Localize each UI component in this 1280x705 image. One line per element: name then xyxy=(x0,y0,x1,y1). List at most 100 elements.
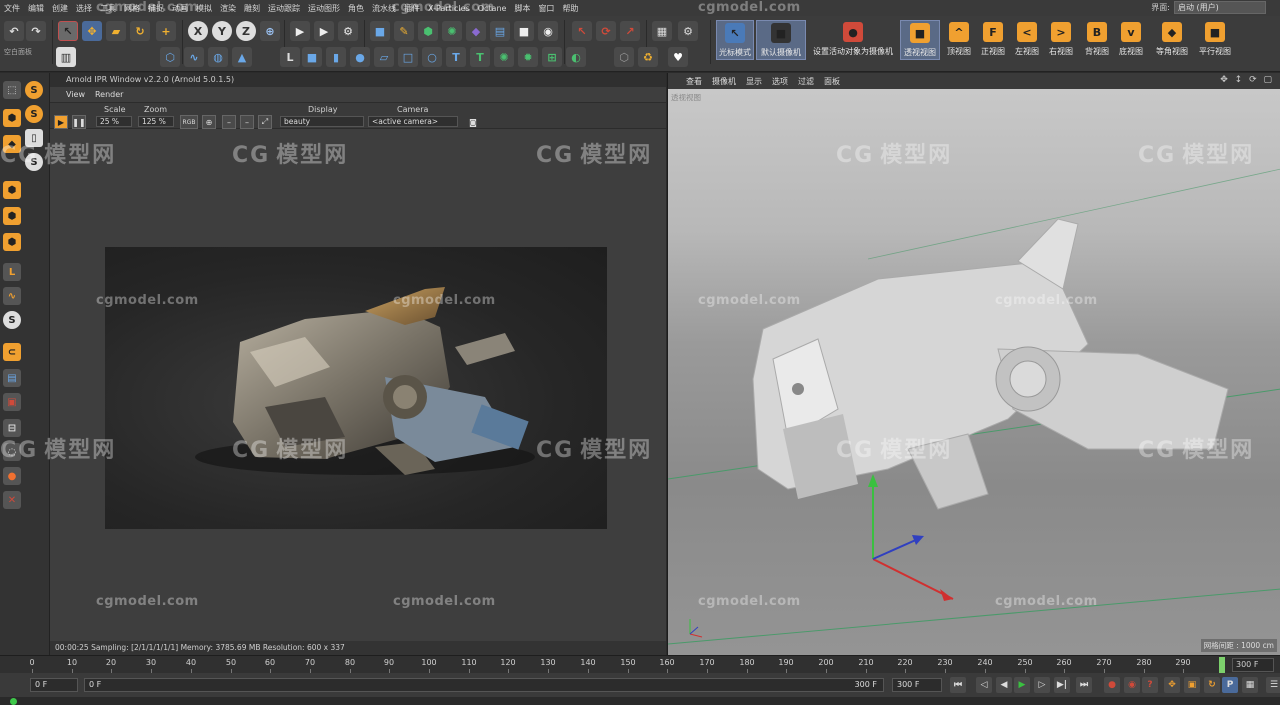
plane-icon[interactable]: ▱ xyxy=(374,47,394,67)
edges-mode-icon[interactable]: ▲ xyxy=(232,47,252,67)
layout-dropdown[interactable]: 启动 (用户) xyxy=(1174,1,1266,14)
workplane-snap-icon[interactable]: ▯ xyxy=(25,129,43,147)
render-picture-queue-icon[interactable]: ▶ xyxy=(314,21,334,41)
select-arrow-icon[interactable]: ↖ xyxy=(58,21,78,41)
viewport-scene[interactable]: 透视视图 网格间距 : 1000 cm xyxy=(668,89,1280,655)
menu-item-16[interactable]: X-Particles xyxy=(424,4,474,13)
rotate-key-icon[interactable]: ↻ xyxy=(1204,677,1220,693)
points-icon[interactable]: ⬢ xyxy=(3,181,21,199)
cloner-icon[interactable]: ✺ xyxy=(442,21,462,41)
param-key-icon[interactable]: P xyxy=(1222,677,1238,693)
camera-dropdown[interactable]: <active camera> xyxy=(368,116,458,127)
selection-filter-icon[interactable]: ↖ xyxy=(572,21,592,41)
prev-frame-icon[interactable]: ◀ xyxy=(996,677,1012,693)
octane-box-icon[interactable]: ⬡ xyxy=(614,47,634,67)
view-button-3[interactable]: ■ 透视视图 xyxy=(900,20,940,60)
menu-item-7[interactable]: 动画 xyxy=(168,3,192,14)
octane-recycle-icon[interactable]: ♻ xyxy=(638,47,658,67)
render-view-icon[interactable]: ▶ xyxy=(290,21,310,41)
circle-spline-icon[interactable]: ○ xyxy=(422,47,442,67)
display-dropdown[interactable]: beauty xyxy=(280,116,364,127)
x-axis-icon[interactable]: X xyxy=(188,21,208,41)
floor-icon[interactable]: ▤ xyxy=(490,21,510,41)
view-button-9[interactable]: v 底视图 xyxy=(1116,20,1146,60)
vp-menu-camera[interactable]: 摄像机 xyxy=(712,76,736,87)
quantize-icon[interactable]: S xyxy=(25,153,43,171)
axis-modify-icon[interactable]: L xyxy=(3,263,21,281)
vp-menu-display[interactable]: 显示 xyxy=(746,76,762,87)
view-button-4[interactable]: ^ 顶视图 xyxy=(944,20,974,60)
world-coords-icon[interactable]: ⊕ xyxy=(260,21,280,41)
menu-item-11[interactable]: 运动跟踪 xyxy=(264,3,304,14)
heart-icon[interactable]: ♥ xyxy=(668,47,688,67)
view-button-11[interactable]: ■ 平行视图 xyxy=(1196,20,1234,60)
ipr-pause-button[interactable]: ❚❚ xyxy=(72,115,86,129)
polygons-icon[interactable]: ⬢ xyxy=(3,233,21,251)
rgb-toggle[interactable]: RGB xyxy=(180,115,198,129)
view-button-1[interactable]: ■ 默认摄像机 xyxy=(756,20,806,60)
point-level-icon[interactable]: ▦ xyxy=(1242,677,1258,693)
view-button-2[interactable]: ● 设置活动对象为摄像机 xyxy=(808,20,898,60)
workplane-icon[interactable]: ⚙ xyxy=(678,21,698,41)
view-button-5[interactable]: F 正视图 xyxy=(978,20,1008,60)
viewport-nav-icons[interactable]: ✥ ↕ ⟳ ▢ xyxy=(1220,75,1274,85)
record-dot-icon[interactable]: ● xyxy=(3,467,21,485)
menu-item-6[interactable]: 捕捉 xyxy=(144,3,168,14)
go-start-icon[interactable]: ⏮ xyxy=(950,677,966,693)
move-icon[interactable]: ✥ xyxy=(82,21,102,41)
menu-item-19[interactable]: 窗口 xyxy=(534,3,558,14)
scale-key-icon[interactable]: ▣ xyxy=(1184,677,1200,693)
undo-icon[interactable]: ↶ xyxy=(4,21,24,41)
timeline-icon[interactable]: ☰ xyxy=(1266,677,1280,693)
vp-menu-view[interactable]: 查看 xyxy=(686,76,702,87)
cube-icon[interactable]: ■ xyxy=(370,21,390,41)
timeline-key-icon[interactable]: ◌ xyxy=(3,443,21,461)
soft-selection-icon[interactable]: S xyxy=(3,311,21,329)
snapshot-icon[interactable]: ⤢ xyxy=(258,115,272,129)
channel-a-icon[interactable]: – xyxy=(222,115,236,129)
z-axis-icon[interactable]: Z xyxy=(236,21,256,41)
menu-item-3[interactable]: 选择 xyxy=(72,3,96,14)
menu-item-2[interactable]: 创建 xyxy=(48,3,72,14)
menu-item-1[interactable]: 编辑 xyxy=(24,3,48,14)
deformer-icon[interactable]: ◆ xyxy=(466,21,486,41)
recent-tool-icon[interactable]: + xyxy=(156,21,176,41)
light-icon[interactable]: ◉ xyxy=(538,21,558,41)
menu-item-4[interactable]: 工具 xyxy=(96,3,120,14)
menu-item-5[interactable]: 网格 xyxy=(120,3,144,14)
menu-item-14[interactable]: 流水线 xyxy=(368,3,400,14)
sculpt-icon[interactable]: ∿ xyxy=(3,287,21,305)
scale-field[interactable]: 25 % xyxy=(96,116,132,127)
menu-item-12[interactable]: 运动图形 xyxy=(304,3,344,14)
play-icon[interactable]: ▶ xyxy=(1014,677,1030,693)
paint-icon[interactable]: ▣ xyxy=(3,393,21,411)
render-settings-icon[interactable]: ⚙ xyxy=(338,21,358,41)
model-mode-icon[interactable]: ⬡ xyxy=(160,47,180,67)
vp-menu-panel[interactable]: 面板 xyxy=(824,76,840,87)
move-key-icon[interactable]: ✥ xyxy=(1164,677,1180,693)
magnet-icon[interactable]: ⊂ xyxy=(3,343,21,361)
redo-icon[interactable]: ↷ xyxy=(26,21,46,41)
ipr-play-button[interactable]: ▶ xyxy=(54,115,68,129)
view-button-8[interactable]: B 背视图 xyxy=(1082,20,1112,60)
matrix-icon[interactable]: ⊞ xyxy=(542,47,562,67)
view-button-6[interactable]: < 左视图 xyxy=(1012,20,1042,60)
view-button-10[interactable]: ◆ 等角视图 xyxy=(1152,20,1192,60)
menu-item-9[interactable]: 渲染 xyxy=(216,3,240,14)
timeline-ruler[interactable]: 0 10 20 30 40 50 60 70 80 90 100 110 120 130 140 150 160… xyxy=(0,655,1280,674)
view-button-0[interactable]: ↖ 光标模式 xyxy=(716,20,754,60)
snap-settings-icon[interactable]: S xyxy=(25,81,43,99)
menu-item-17[interactable]: Octane xyxy=(474,4,511,13)
cylinder-icon[interactable]: ▮ xyxy=(326,47,346,67)
menu-item-18[interactable]: 脚本 xyxy=(510,3,534,14)
subdivision-icon[interactable]: ⬢ xyxy=(418,21,438,41)
ipr-menu-view[interactable]: View xyxy=(66,90,85,99)
layout-panel-icon[interactable]: ▥ xyxy=(56,47,76,67)
sphere-icon[interactable]: ● xyxy=(350,47,370,67)
texture-axis-icon[interactable]: ⬢ xyxy=(3,109,21,127)
autokey-icon[interactable]: ◉ xyxy=(1124,677,1140,693)
max-frame-field[interactable]: 300 F xyxy=(892,678,942,692)
extrude-icon[interactable]: T xyxy=(470,47,490,67)
lock-icon[interactable]: ⊟ xyxy=(3,419,21,437)
pen-icon[interactable]: ✎ xyxy=(394,21,414,41)
